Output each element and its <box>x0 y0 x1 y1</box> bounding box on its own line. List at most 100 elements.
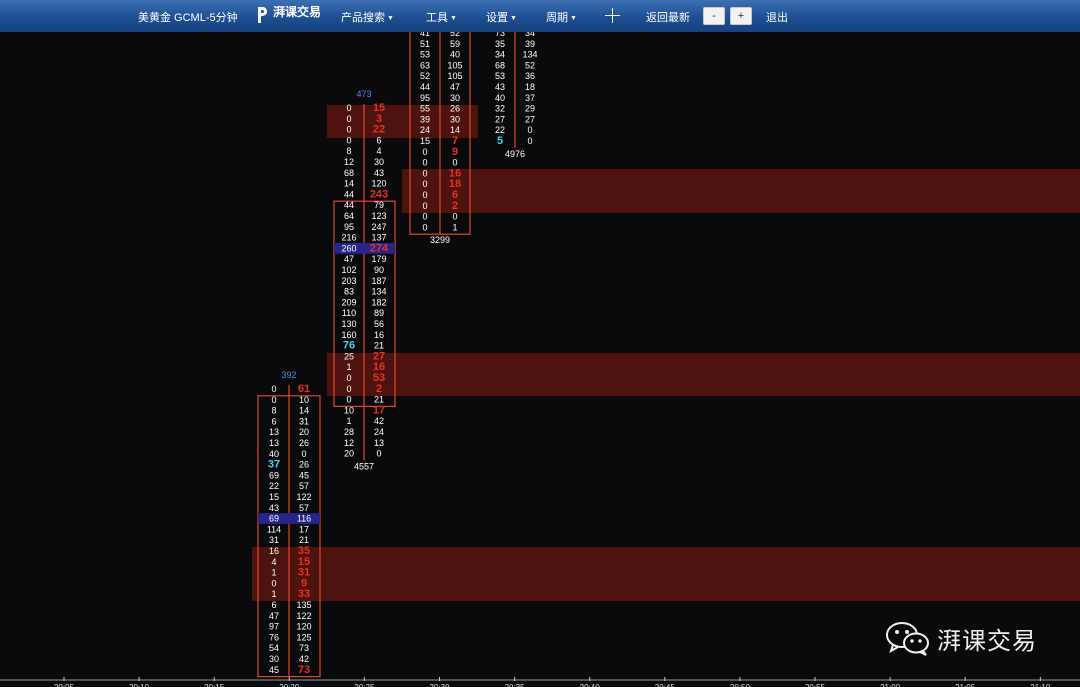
ask-volume: 187 <box>371 276 386 286</box>
zoom-in-button[interactable]: + <box>730 7 752 25</box>
bid-volume: 22 <box>495 125 505 135</box>
ask-volume: 0 <box>452 212 457 222</box>
watermark-text: 湃课交易 <box>937 626 1037 655</box>
bid-volume: 260 <box>341 243 356 253</box>
bid-volume: 13 <box>269 438 279 448</box>
ask-volume: 26 <box>299 438 309 448</box>
ask-volume: 243 <box>370 188 388 200</box>
ask-volume: 134 <box>522 50 537 60</box>
top-toolbar: 美黄金 GCML-5分钟 湃课交易 产品搜索 ▼ 工具 ▼ 设置 ▼ 周期 ▼ 返回最新… <box>0 0 1080 32</box>
menu-tools[interactable]: 工具 ▼ <box>426 9 457 25</box>
ask-volume: 9 <box>452 146 458 158</box>
bid-volume: 102 <box>341 265 356 275</box>
bid-volume: 83 <box>344 287 354 297</box>
bid-volume: 0 <box>422 147 427 157</box>
crosshair-icon[interactable] <box>604 7 621 24</box>
footprint-candle[interactable]: 3920 610 108 146 3113 2013 2640 037 2669 4522 5715… <box>257 370 321 678</box>
candle-footer-total: 4557 <box>354 461 374 471</box>
bid-volume: 0 <box>422 168 427 178</box>
bid-volume: 0 <box>346 373 351 383</box>
ask-volume: 52 <box>450 32 460 38</box>
bid-volume: 5 <box>497 135 503 147</box>
bid-volume: 160 <box>341 330 356 340</box>
ask-volume: 247 <box>371 222 386 232</box>
bid-volume: 53 <box>495 71 505 81</box>
ask-volume: 122 <box>296 492 311 502</box>
bid-volume: 68 <box>344 168 354 178</box>
imbalance-zone <box>252 547 1080 601</box>
time-tick-label: 21:00 <box>880 683 901 687</box>
ask-volume: 21 <box>299 535 309 545</box>
bid-volume: 0 <box>346 384 351 394</box>
ask-volume: 1 <box>452 222 457 232</box>
ask-volume: 0 <box>452 158 457 168</box>
symbol-title: 美黄金 GCML-5分钟 <box>138 12 238 24</box>
menu-product-search[interactable]: 产品搜索 ▼ <box>341 9 394 25</box>
ask-volume: 21 <box>374 341 384 351</box>
ask-volume: 79 <box>374 200 384 210</box>
time-tick-label: 20:10 <box>129 683 150 687</box>
bid-volume: 6 <box>271 600 276 610</box>
bid-volume: 76 <box>343 340 355 352</box>
bid-volume: 25 <box>344 351 354 361</box>
footprint-candle[interactable]: 497673 3435 3934 13468 5253 3643 1840 3732 2927 2… <box>495 32 538 159</box>
bid-volume: 68 <box>495 60 505 70</box>
bid-volume: 8 <box>346 146 351 156</box>
wechat-icon <box>886 622 929 656</box>
footprint-chart[interactable]: 3920 610 108 146 3113 2013 2640 037 2669 4522 5715… <box>0 32 1080 687</box>
bid-volume: 63 <box>420 60 430 70</box>
caret-down-icon: ▼ <box>450 15 457 22</box>
candle-footer-total: 4976 <box>505 149 525 159</box>
ask-volume: 26 <box>299 460 309 470</box>
bid-volume: 31 <box>269 535 279 545</box>
ask-volume: 17 <box>373 404 385 416</box>
menu-period[interactable]: 周期 ▼ <box>546 9 577 25</box>
bid-volume: 203 <box>341 276 356 286</box>
ask-volume: 105 <box>447 71 462 81</box>
ask-volume: 14 <box>299 406 309 416</box>
ask-volume: 10 <box>299 395 309 405</box>
ask-volume: 37 <box>525 93 535 103</box>
bid-volume: 54 <box>269 643 279 653</box>
ask-volume: 31 <box>299 416 309 426</box>
ask-volume: 90 <box>374 265 384 275</box>
menu-settings[interactable]: 设置 ▼ <box>486 9 517 25</box>
ask-volume: 116 <box>297 514 311 524</box>
zoom-out-button[interactable]: - <box>703 7 725 25</box>
ask-volume: 36 <box>525 71 535 81</box>
time-tick-label: 20:35 <box>505 683 526 687</box>
footprint-candle[interactable]: 3299 41 52 51 59 53 40 63 105 52 105 44 47 95 30 55 26 39… <box>409 32 471 245</box>
bid-volume: 47 <box>344 254 354 264</box>
bid-volume: 1 <box>346 416 351 426</box>
ask-volume: 30 <box>450 114 460 124</box>
bid-volume: 64 <box>344 211 354 221</box>
bid-volume: 15 <box>420 136 430 146</box>
bid-volume: 0 <box>346 103 351 113</box>
bid-volume: 95 <box>420 93 430 103</box>
bid-volume: 40 <box>495 93 505 103</box>
bid-volume: 44 <box>344 200 354 210</box>
exit-button[interactable]: 退出 <box>766 9 788 25</box>
ask-volume: 89 <box>374 308 384 318</box>
time-tick-label: 20:45 <box>655 683 676 687</box>
return-latest-button[interactable]: 返回最新 <box>646 9 690 25</box>
ask-volume: 39 <box>525 39 535 49</box>
ask-volume: 0 <box>527 136 532 146</box>
bid-volume: 51 <box>420 39 430 49</box>
ask-volume: 45 <box>299 470 309 480</box>
bid-volume: 1 <box>271 568 276 578</box>
bid-volume: 6 <box>271 416 276 426</box>
footprint-candle[interactable]: 47345570 150 30 220 68 412 3068 4314 12044 24344 7… <box>333 89 396 471</box>
bid-volume: 16 <box>269 546 279 556</box>
menu-label: 设置 <box>486 12 508 24</box>
ask-volume: 20 <box>299 427 309 437</box>
logo-text: 湃课交易 <box>273 5 322 19</box>
bid-volume: 69 <box>269 470 279 480</box>
ask-volume: 2 <box>376 383 382 395</box>
ask-volume: 57 <box>299 503 309 513</box>
caret-down-icon: ▼ <box>387 15 394 22</box>
bid-volume: 1 <box>271 589 276 599</box>
bid-volume: 110 <box>342 308 356 318</box>
bid-volume: 13 <box>269 427 279 437</box>
ask-volume: 0 <box>301 449 306 459</box>
